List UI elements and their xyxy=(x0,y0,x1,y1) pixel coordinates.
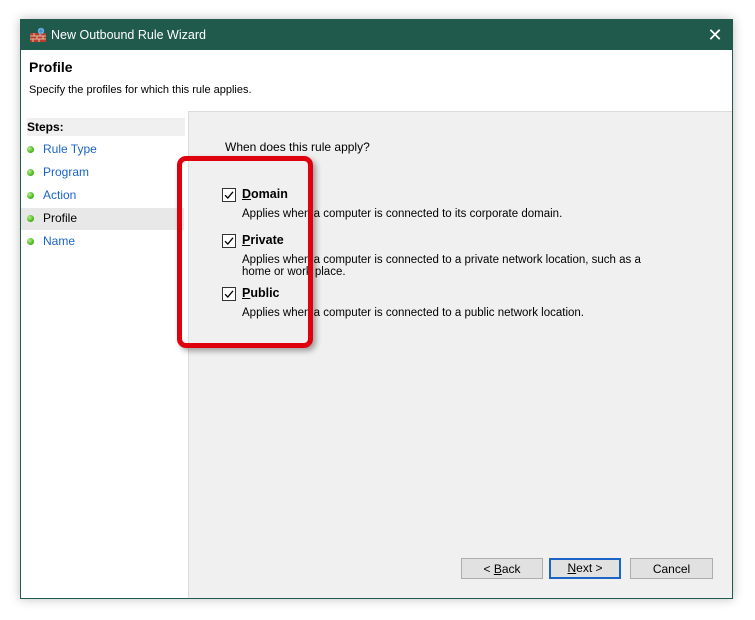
next-button[interactable]: Next > xyxy=(549,558,621,579)
step-name[interactable]: Name xyxy=(21,231,184,253)
accel-key: B xyxy=(493,562,502,576)
wizard-window: New Outbound Rule Wizard ✕ Profile Speci… xyxy=(20,19,733,599)
question-label: When does this rule apply? xyxy=(225,140,370,154)
step-label: Program xyxy=(43,165,90,179)
step-label: Rule Type xyxy=(43,142,97,156)
close-icon[interactable]: ✕ xyxy=(698,20,732,50)
step-action[interactable]: Action xyxy=(21,185,184,207)
steps-title: Steps: xyxy=(27,118,185,136)
status-dot-icon xyxy=(27,192,34,199)
status-dot-icon xyxy=(27,169,34,176)
back-prefix: < xyxy=(483,562,494,576)
step-label: Name xyxy=(43,234,76,248)
window-title: New Outbound Rule Wizard xyxy=(51,28,206,42)
title-bar: New Outbound Rule Wizard ✕ xyxy=(21,20,732,50)
back-button[interactable]: < Back xyxy=(461,558,543,579)
highlight-box xyxy=(177,156,313,348)
step-label: Action xyxy=(43,188,77,202)
step-program[interactable]: Program xyxy=(21,162,184,184)
page-header: Profile Specify the profiles for which t… xyxy=(21,50,732,112)
step-label: Profile xyxy=(43,211,78,225)
steps-panel: Steps: Rule Type Program Action Profile … xyxy=(21,111,189,598)
cancel-button[interactable]: Cancel xyxy=(630,558,713,579)
page-title: Profile xyxy=(29,59,73,75)
status-dot-icon xyxy=(27,215,34,222)
page-subtitle: Specify the profiles for which this rule… xyxy=(29,84,252,96)
accel-key: N xyxy=(567,561,577,575)
firewall-icon xyxy=(30,27,46,42)
next-rest: ext > xyxy=(576,561,603,575)
status-dot-icon xyxy=(27,146,34,153)
step-rule-type[interactable]: Rule Type xyxy=(21,139,184,161)
status-dot-icon xyxy=(27,238,34,245)
step-profile[interactable]: Profile xyxy=(21,208,184,230)
back-rest: ack xyxy=(501,562,521,576)
